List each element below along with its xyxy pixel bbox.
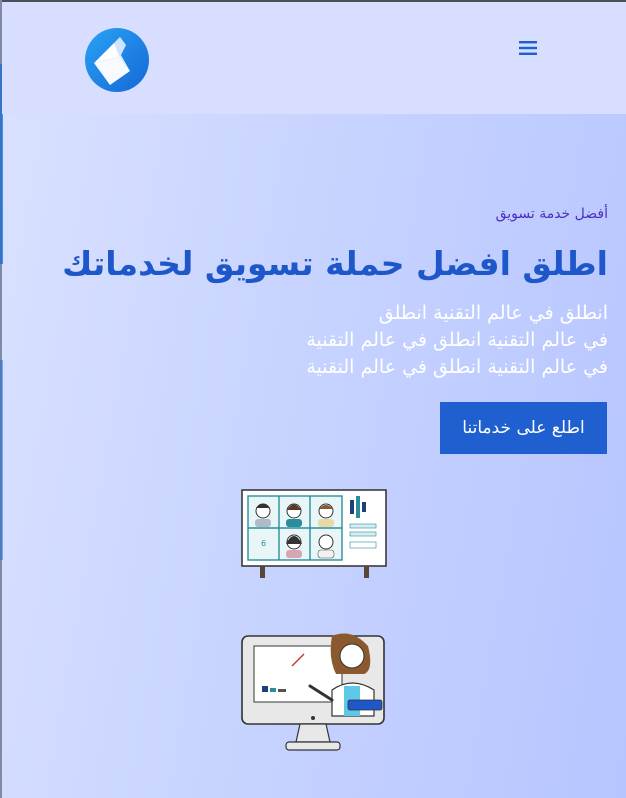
- hero-description-line: في عالم التقنية انطلق في عالم التقنية: [306, 356, 608, 378]
- site-logo[interactable]: [84, 27, 150, 93]
- video-conference-board-illustration: 6: [241, 489, 387, 578]
- hero-section: أفضل خدمة تسويق اطلق افضل حملة تسويق لخد…: [0, 114, 626, 798]
- origami-bird-logo-icon: [85, 28, 149, 92]
- hamburger-menu-icon: [519, 41, 537, 55]
- site-header: [2, 2, 626, 114]
- svg-text:6: 6: [261, 539, 266, 548]
- menu-button[interactable]: [513, 34, 543, 62]
- online-teacher-monitor-illustration: [241, 633, 385, 751]
- hero-description: انطلق في عالم التقنية انطلق في عالم التق…: [18, 300, 608, 381]
- hero-headline: اطلق افضل حملة تسويق لخدماتك: [62, 244, 608, 283]
- hero-eyebrow: أفضل خدمة تسويق: [495, 206, 608, 222]
- hero-description-line: في عالم التقنية انطلق في عالم التقنية: [306, 329, 608, 351]
- services-cta-button[interactable]: اطلع على خدماتنا: [440, 402, 607, 454]
- hero-description-line: انطلق في عالم التقنية انطلق: [378, 302, 608, 324]
